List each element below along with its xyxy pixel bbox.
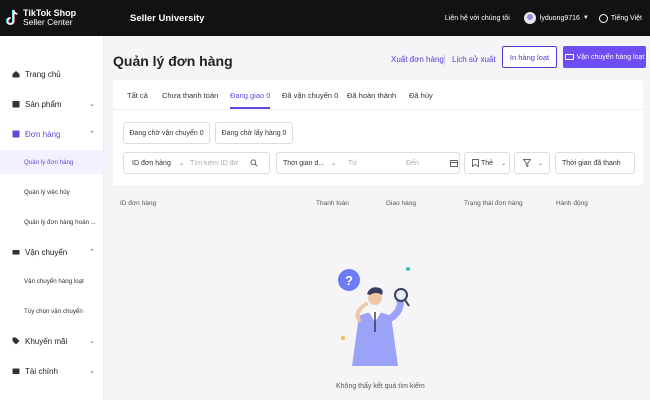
chevron-down-icon: ⌄ — [501, 160, 507, 167]
tab-shipping[interactable]: Đang giao 0 — [230, 91, 270, 100]
sidebar-subitem-bulk-shipping[interactable]: Vận chuyển hàng loạt — [24, 278, 84, 285]
orders-filter-card: Tất cả Chưa thanh toán Đang giao 0 Đã vậ… — [113, 80, 643, 185]
page-title: Quản lý đơn hàng — [113, 53, 233, 69]
tab-shipped[interactable]: Đã vận chuyển 0 — [282, 91, 338, 100]
bulk-ship-button[interactable]: Vận chuyển hàng loạt — [563, 46, 646, 68]
chevron-up-icon: ⌃ — [89, 131, 95, 138]
bookmark-icon — [472, 159, 479, 167]
sidebar-item-label: Khuyến mãi — [25, 336, 68, 346]
chevron-up-icon: ⌃ — [89, 249, 95, 256]
chevron-down-icon: ▼ — [582, 15, 589, 21]
order-id-select[interactable]: ID đơn hàng — [132, 160, 176, 167]
bulk-print-label: In hàng loạt — [509, 52, 550, 62]
sidebar-item-promotions[interactable]: Khuyến mãi ⌄ — [0, 331, 104, 351]
date-from-input[interactable]: Từ — [348, 160, 406, 167]
logo-line2: Seller Center — [23, 17, 73, 27]
sidebar-item-orders[interactable]: Đơn hàng ⌃ — [0, 124, 104, 144]
sidebar-item-label: Đơn hàng — [25, 129, 61, 139]
sidebar-item-label: Trang chủ — [25, 69, 61, 79]
sidebar-item-finance[interactable]: Tài chính ⌄ — [0, 361, 104, 381]
chip-label: Đang chờ vận chuyển 0 — [129, 129, 204, 137]
time-type-select[interactable]: Thời gian d... — [283, 160, 329, 167]
sidebar-subitem-returns[interactable]: Quản lý đơn hàng hoàn ... — [24, 219, 96, 226]
chip-awaiting-pickup[interactable]: Đang chờ lấy hàng 0 — [215, 122, 293, 144]
bulk-ship-label: Vận chuyển hàng loạt — [576, 53, 645, 61]
column-header-actions: Hành động — [556, 200, 588, 207]
sidebar-item-products[interactable]: Sản phẩm ⌄ — [0, 94, 104, 114]
time-range-group: Thời gian d... ⌄ Từ Đến — [276, 152, 460, 174]
chevron-down-icon: ⌄ — [179, 160, 185, 167]
column-header-order-id: ID đơn hàng — [120, 200, 157, 207]
order-id-search-group: ID đơn hàng ⌄ Tìm kiếm ID đơ — [123, 152, 270, 174]
tag-select-label: Thẻ — [481, 159, 494, 167]
column-header-delivery: Giao hàng — [386, 200, 416, 207]
sidebar-item-shipping[interactable]: Vận chuyển ⌃ — [0, 242, 104, 262]
tiktok-shop-logo[interactable]: TikTok Shop Seller Center — [6, 9, 116, 27]
chevron-down-icon: ⌄ — [538, 160, 544, 167]
orders-table-header: ID đơn hàng Thanh toán Giao hàng Trạng t… — [113, 200, 643, 210]
chip-awaiting-shipment[interactable]: Đang chờ vận chuyển 0 — [123, 122, 210, 144]
active-tab-indicator — [230, 107, 270, 109]
sort-time-select[interactable]: Thời gian đã thanh — [555, 152, 635, 174]
divider — [444, 54, 445, 65]
calendar-icon[interactable] — [450, 159, 459, 167]
chevron-down-icon: ⌄ — [331, 160, 337, 167]
empty-state-message: Không thấy kết quả tìm kiếm — [336, 383, 425, 390]
avatar — [523, 12, 536, 24]
column-header-payment: Thanh toán — [316, 200, 349, 207]
truck-icon — [12, 250, 20, 255]
globe-icon — [598, 13, 608, 23]
sidebar-subitem-order-management[interactable]: Quản lý đơn hàng — [24, 159, 73, 166]
filter-icon — [523, 159, 531, 167]
sidebar: Trang chủ Sản phẩm ⌄ Đơn hàng ⌃ Quản lý … — [0, 36, 104, 400]
sidebar-subitem-shipping-options[interactable]: Tùy chọn vận chuyển — [24, 308, 83, 315]
top-bar: TikTok Shop Seller Center Seller Univers… — [0, 0, 650, 36]
tab-cancelled[interactable]: Đã hủy — [409, 91, 433, 100]
tab-all[interactable]: Tất cả — [127, 91, 148, 100]
language-selector[interactable]: Tiếng Việt — [598, 13, 642, 23]
tab-completed[interactable]: Đã hoàn thành — [347, 91, 396, 100]
sidebar-item-label: Vận chuyển — [25, 247, 68, 257]
wallet-icon — [12, 368, 20, 374]
sidebar-item-label: Tài chính — [25, 366, 58, 376]
export-history-link[interactable]: Lịch sử xuất — [452, 55, 496, 64]
export-orders-link[interactable]: Xuất đơn hàng — [391, 55, 444, 64]
chevron-down-icon: ⌄ — [89, 338, 95, 345]
date-to-input[interactable]: Đến — [406, 160, 450, 167]
home-icon — [12, 71, 20, 78]
tag-icon — [12, 337, 20, 345]
language-label: Tiếng Việt — [610, 14, 642, 22]
chip-label: Đang chờ lấy hàng 0 — [221, 129, 287, 137]
box-icon — [12, 101, 20, 108]
contact-link[interactable]: Liên hệ với chúng tôi — [445, 15, 510, 22]
tab-unpaid[interactable]: Chưa thanh toán — [162, 91, 218, 100]
empty-state-illustration: ? — [338, 267, 410, 366]
sidebar-subitem-cancellations[interactable]: Quản lý việc hủy — [24, 189, 70, 196]
tiktok-logo-icon — [6, 9, 18, 25]
username: lyduong9716 — [539, 14, 580, 22]
orders-icon — [12, 130, 20, 138]
sidebar-item-home[interactable]: Trang chủ — [0, 64, 104, 84]
chevron-down-icon: ⌄ — [89, 101, 95, 108]
chevron-down-icon: ⌄ — [89, 368, 95, 375]
sidebar-item-label: Sản phẩm — [25, 99, 62, 109]
filter-button[interactable]: ⌄ — [514, 152, 550, 174]
magnifier-icon — [394, 288, 408, 302]
seller-university-link[interactable]: Seller University — [130, 13, 204, 24]
user-menu[interactable]: lyduong9716 ▼ — [523, 12, 589, 24]
bulk-print-button[interactable]: In hàng loạt — [502, 46, 557, 68]
search-icon[interactable] — [250, 159, 258, 167]
sort-time-label: Thời gian đã thanh — [562, 159, 621, 167]
order-status-tabs: Tất cả Chưa thanh toán Đang giao 0 Đã vậ… — [113, 80, 643, 110]
column-header-order-status: Trạng thái đơn hàng — [464, 200, 523, 207]
order-id-search-input[interactable]: Tìm kiếm ID đơ — [190, 160, 245, 167]
question-mark-icon: ? — [345, 273, 353, 288]
truck-icon — [564, 54, 574, 60]
tag-select[interactable]: Thẻ ⌄ — [464, 152, 510, 174]
